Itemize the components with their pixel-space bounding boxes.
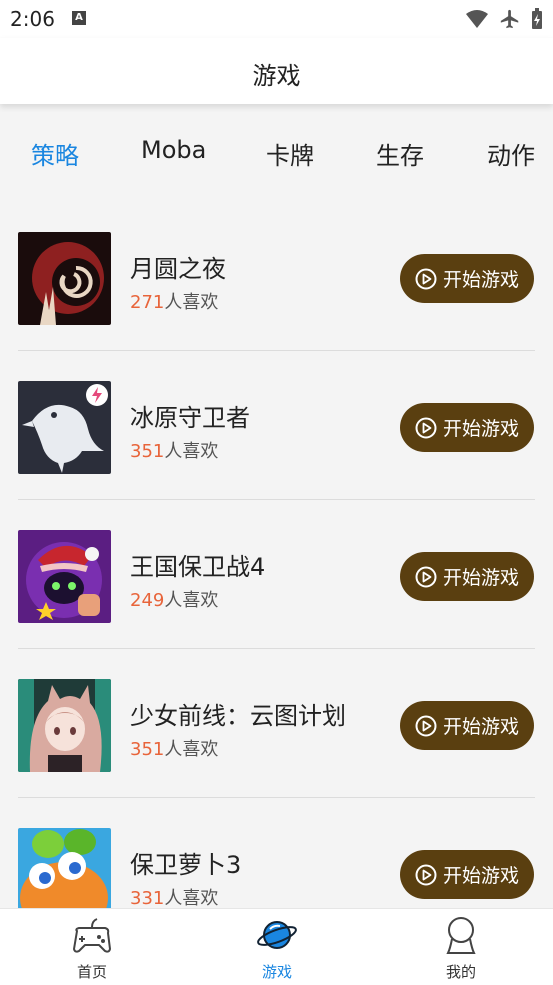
play-circle-icon [415,417,437,438]
status-bar: 2:06 A [0,0,553,38]
start-game-button[interactable]: 开始游戏 [400,254,534,303]
moon-night-icon [18,232,111,325]
status-icons [465,8,543,30]
start-game-button[interactable]: 开始游戏 [400,701,534,750]
game-name: 保卫萝卜3 [130,851,242,879]
nav-mine-label: 我的 [445,963,476,981]
wifi-icon [466,10,488,28]
start-game-label: 开始游戏 [442,269,519,291]
airplane-icon [500,9,519,29]
likes-count: 351人喜欢 [130,441,219,462]
nav-games-label: 游戏 [261,963,292,981]
game-name: 少女前线：云图计划 [130,702,346,730]
nav-home-label: 首页 [76,963,107,981]
tab-moba[interactable]: Moba [141,136,206,164]
play-circle-icon [415,566,437,587]
start-game-button[interactable]: 开始游戏 [400,552,534,601]
kingdom-rush-icon [18,530,111,623]
likes-count: 249人喜欢 [130,590,219,611]
list-item[interactable]: 少女前线：云图计划 351人喜欢 开始游戏 [0,649,553,798]
anime-girl-icon [18,679,111,772]
start-game-label: 开始游戏 [442,865,519,887]
raven-icon [18,381,111,474]
game-list: 月圆之夜 271人喜欢 开始游戏 冰原守卫者 351人喜欢 开始游戏 王国保卫战… [0,202,553,908]
game-name: 月圆之夜 [130,255,226,283]
start-game-button[interactable]: 开始游戏 [400,403,534,452]
tab-survival[interactable]: 生存 [376,136,424,171]
nav-home[interactable]: 首页 [32,915,152,982]
likes-count: 331人喜欢 [130,888,219,908]
play-circle-icon [415,715,437,736]
list-item[interactable]: 冰原守卫者 351人喜欢 开始游戏 [0,351,553,500]
nav-games[interactable]: 游戏 [217,915,337,982]
battery-icon [532,8,542,29]
game-name: 王国保卫战4 [130,553,266,581]
list-item[interactable]: 保卫萝卜3 331人喜欢 开始游戏 [0,798,553,908]
page-title: 游戏 [252,62,301,90]
play-circle-icon [415,268,437,289]
start-game-button[interactable]: 开始游戏 [400,850,534,899]
start-game-label: 开始游戏 [442,567,519,589]
play-circle-icon [415,864,437,885]
nav-mine[interactable]: 我的 [401,915,521,982]
start-game-label: 开始游戏 [442,716,519,738]
gamepad-icon [73,918,111,953]
likes-count: 271人喜欢 [130,292,219,313]
notification-icon: A [72,11,86,25]
tab-action[interactable]: 动作 [487,136,535,171]
user-icon [446,917,476,954]
start-game-label: 开始游戏 [442,418,519,440]
carrot-icon [18,828,111,908]
game-name: 冰原守卫者 [130,404,250,432]
planet-icon [257,921,297,949]
list-item[interactable]: 月圆之夜 271人喜欢 开始游戏 [0,202,553,351]
likes-count: 351人喜欢 [130,739,219,760]
category-tabs: 策略 Moba 卡牌 生存 动作 [0,128,553,178]
bottom-nav: 首页 游戏 我的 [0,908,553,985]
tab-strategy[interactable]: 策略 [31,136,79,171]
list-item[interactable]: 王国保卫战4 249人喜欢 开始游戏 [0,500,553,649]
status-time: 2:06 [10,7,55,31]
app-bar: 游戏 [0,38,553,104]
tab-card[interactable]: 卡牌 [266,136,314,171]
